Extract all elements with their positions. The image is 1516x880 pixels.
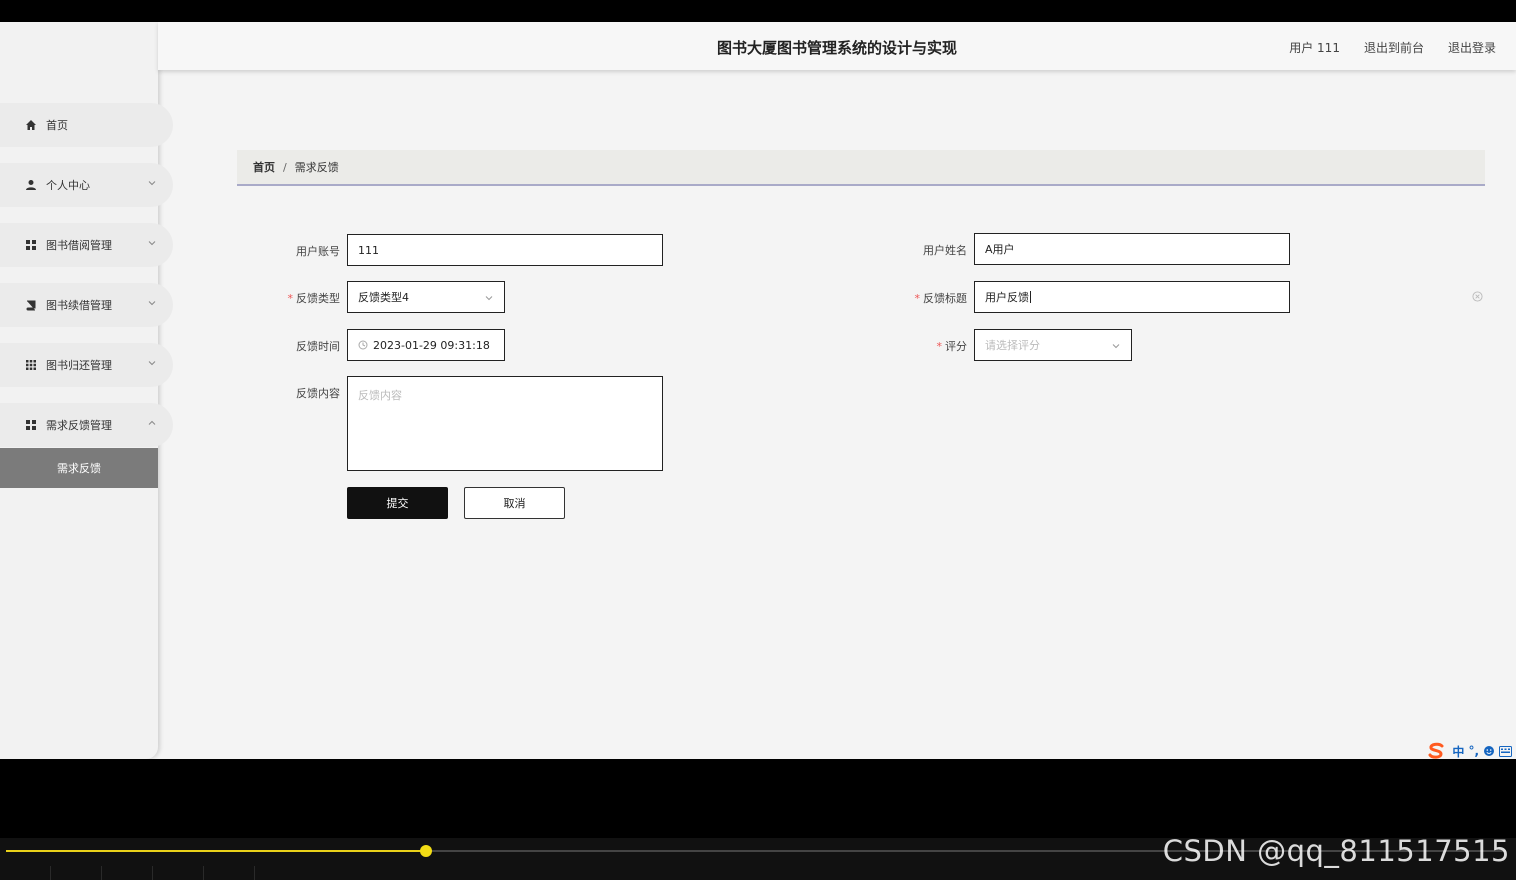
sidebar-item-label: 首页 — [46, 119, 68, 132]
select-value: 反馈类型4 — [358, 291, 409, 304]
ime-mode[interactable]: 中 — [1452, 743, 1464, 760]
feedback-content-textarea[interactable]: 反馈内容 — [347, 376, 663, 471]
ime-toolbar[interactable]: 中 °, — [1426, 742, 1512, 759]
grid9-icon — [24, 358, 38, 372]
sidebar-item-label: 图书借阅管理 — [46, 239, 112, 252]
grid-icon — [24, 418, 38, 432]
chevron-down-icon — [485, 296, 493, 301]
keyboard-icon[interactable] — [1499, 745, 1512, 757]
title-label: * 反馈标题 — [914, 292, 968, 305]
sidebar-item-feedback-management[interactable]: 需求反馈管理 — [0, 403, 173, 447]
emoji-icon[interactable] — [1483, 745, 1495, 757]
ime-punct[interactable]: °, — [1468, 744, 1479, 758]
rating-label: * 评分 — [936, 340, 968, 353]
submit-button[interactable]: 提交 — [347, 487, 448, 519]
name-field[interactable]: A用户 — [974, 233, 1290, 265]
app-window: 首页 个人中心 图书借阅管理 图书续借管理 图书归还管理 需求反馈管理 需求反馈… — [0, 22, 1516, 759]
user-icon — [24, 178, 38, 192]
sidebar-item-renew-management[interactable]: 图书续借管理 — [0, 283, 173, 327]
text-cursor — [1030, 291, 1031, 303]
type-label: * 反馈类型 — [287, 292, 341, 305]
sidebar-item-label: 图书归还管理 — [46, 359, 112, 372]
chevron-down-icon — [148, 241, 156, 246]
home-icon — [24, 118, 38, 132]
input-value: 用户反馈 — [985, 291, 1029, 304]
chevron-down-icon — [148, 361, 156, 366]
breadcrumb-home[interactable]: 首页 — [253, 159, 275, 175]
cancel-button[interactable]: 取消 — [464, 487, 565, 519]
book-icon — [24, 298, 38, 312]
csdn-watermark: CSDN @qq_811517515 — [1162, 834, 1510, 868]
sidebar-item-label: 个人中心 — [46, 179, 90, 192]
header-actions: 用户 111 退出到前台 退出登录 — [1289, 39, 1496, 56]
grid-icon — [24, 238, 38, 252]
account-field[interactable]: 111 — [347, 234, 663, 266]
top-header: 图书大厦图书管理系统的设计与实现 用户 111 退出到前台 退出登录 — [158, 22, 1516, 70]
chevron-down-icon — [148, 301, 156, 306]
seek-progress — [6, 850, 426, 852]
breadcrumb: 首页 / 需求反馈 — [237, 150, 1485, 186]
rating-select[interactable]: 请选择评分 — [974, 329, 1132, 361]
time-value: 2023-01-29 09:31:18 — [373, 338, 490, 352]
chevron-down-icon — [1112, 344, 1120, 349]
name-label: 用户姓名 — [923, 244, 967, 257]
sidebar-item-home[interactable]: 首页 — [0, 103, 173, 147]
sogou-logo-icon — [1428, 742, 1444, 759]
breadcrumb-separator: / — [283, 160, 287, 174]
chevron-up-icon — [148, 420, 156, 425]
clock-icon — [358, 340, 368, 350]
feedback-time-picker[interactable]: 2023-01-29 09:31:18 — [347, 329, 505, 361]
time-label: 反馈时间 — [296, 340, 340, 353]
current-user[interactable]: 用户 111 — [1289, 39, 1340, 56]
content-label: 反馈内容 — [296, 387, 340, 400]
select-placeholder: 请选择评分 — [985, 339, 1040, 352]
feedback-title-field[interactable]: 用户反馈 — [974, 281, 1290, 313]
sidebar-item-borrow-management[interactable]: 图书借阅管理 — [0, 223, 173, 267]
chevron-down-icon — [148, 181, 156, 186]
sidebar: 首页 个人中心 图书借阅管理 图书续借管理 图书归还管理 需求反馈管理 需求反馈 — [0, 22, 173, 759]
account-label: 用户账号 — [296, 245, 340, 258]
sidebar-item-personal-center[interactable]: 个人中心 — [0, 163, 173, 207]
breadcrumb-current: 需求反馈 — [294, 161, 339, 174]
thumbnail-strip — [0, 866, 1516, 880]
feedback-type-select[interactable]: 反馈类型4 — [347, 281, 505, 313]
sidebar-subitem-feedback[interactable]: 需求反馈 — [0, 448, 158, 488]
sidebar-item-label: 需求反馈管理 — [46, 419, 112, 432]
exit-to-front-link[interactable]: 退出到前台 — [1364, 39, 1424, 56]
sidebar-item-return-management[interactable]: 图书归还管理 — [0, 343, 173, 387]
logout-link[interactable]: 退出登录 — [1448, 39, 1496, 56]
sidebar-item-label: 图书续借管理 — [46, 299, 112, 312]
clear-icon[interactable] — [1472, 291, 1483, 302]
seek-handle[interactable] — [420, 845, 432, 857]
